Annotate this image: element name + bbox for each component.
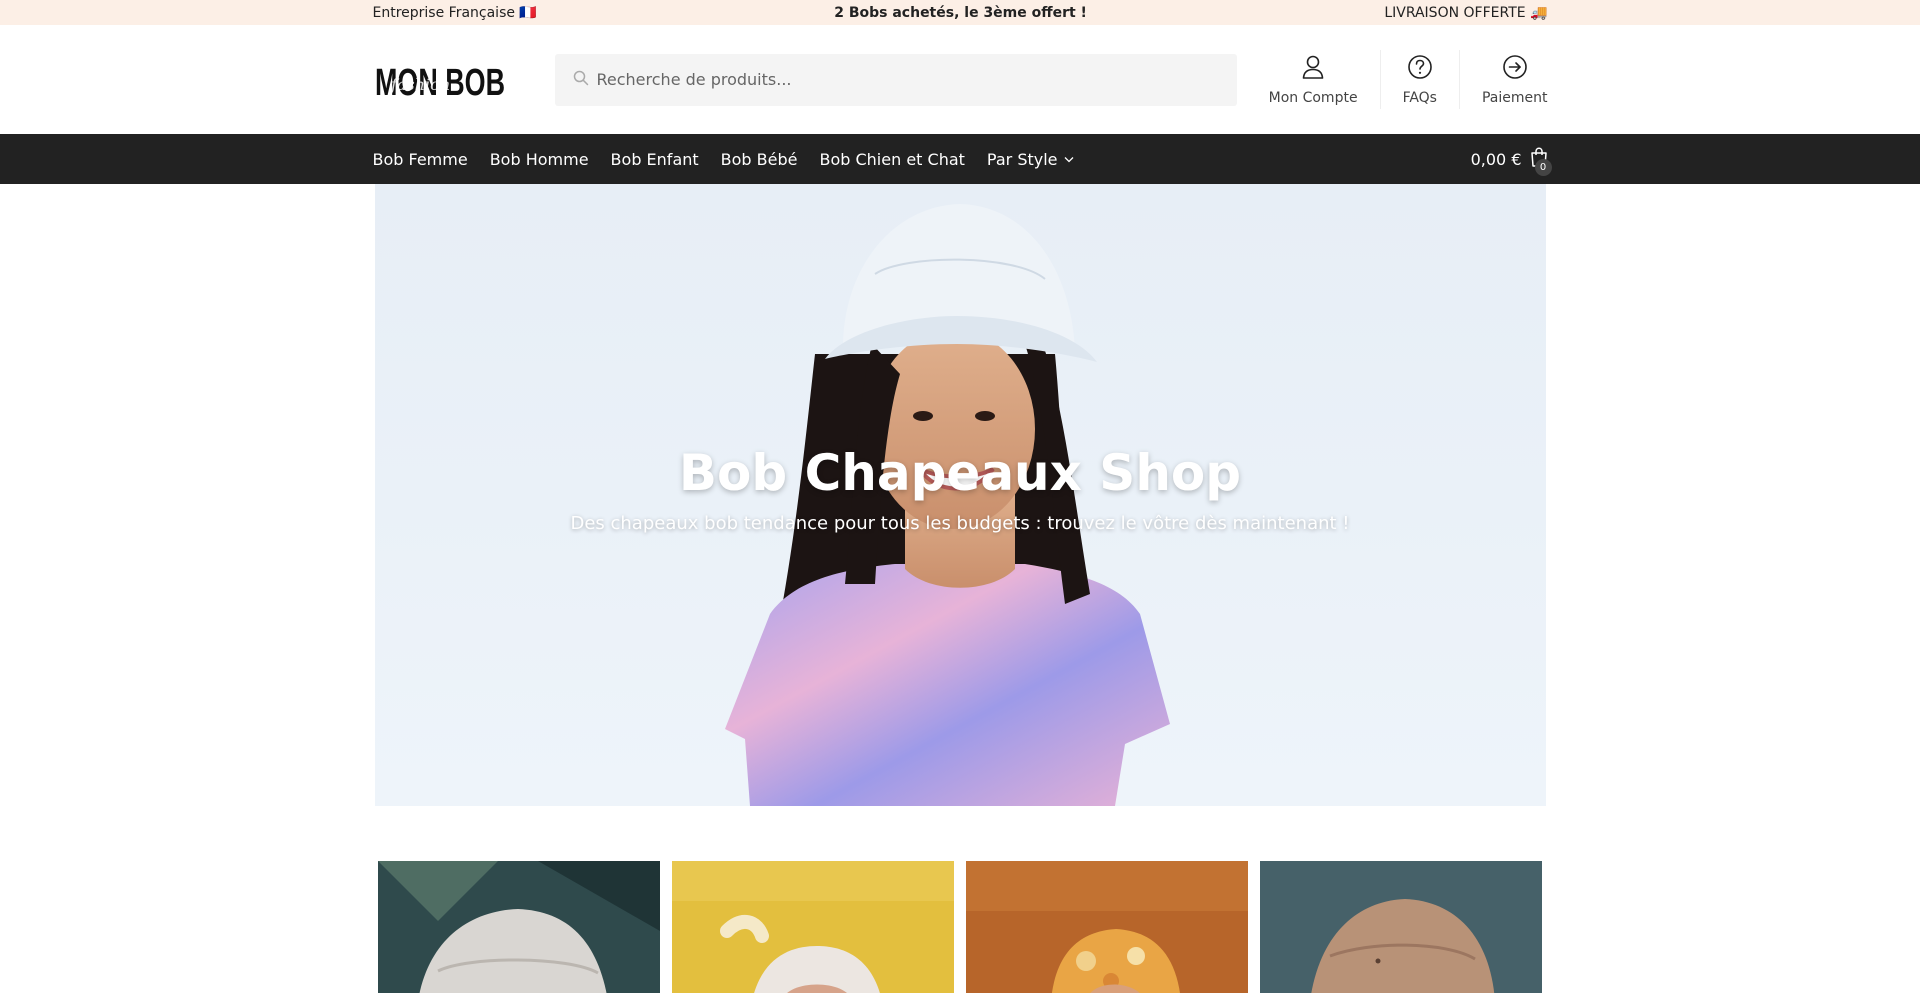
logo-script: fashion bbox=[390, 75, 450, 94]
main-nav: Bob Femme Bob Homme Bob Enfant Bob Bébé … bbox=[0, 134, 1920, 184]
header-links: Mon Compte FAQs Paiement bbox=[1269, 50, 1548, 109]
cart-total: 0,00 € bbox=[1470, 149, 1522, 169]
hero-subtitle: Des chapeaux bob tendance pour tous les … bbox=[570, 513, 1350, 534]
user-icon bbox=[1301, 54, 1325, 90]
announcement-center: 2 Bobs achetés, le 3ème offert ! bbox=[834, 4, 1087, 21]
nav-item-bob-chien-chat[interactable]: Bob Chien et Chat bbox=[819, 150, 964, 169]
cart-count-badge: 0 bbox=[1534, 159, 1552, 176]
logo-graphic: MON BOB fashion bbox=[375, 62, 505, 102]
category-tile[interactable] bbox=[672, 861, 954, 993]
chevron-down-icon bbox=[1064, 153, 1074, 166]
search-icon bbox=[573, 70, 589, 90]
site-logo[interactable]: MON BOB fashion bbox=[373, 50, 518, 110]
account-label: Mon Compte bbox=[1268, 89, 1358, 106]
category-image bbox=[378, 861, 660, 993]
payment-label: Paiement bbox=[1481, 89, 1548, 106]
nav-item-bob-homme[interactable]: Bob Homme bbox=[490, 150, 589, 169]
hero-title: Bob Chapeaux Shop bbox=[678, 444, 1242, 502]
announcement-left: Entreprise Française 🇫🇷 bbox=[372, 4, 537, 21]
category-tile[interactable] bbox=[1260, 861, 1542, 993]
nav-item-bob-bebe[interactable]: Bob Bébé bbox=[721, 150, 798, 169]
category-image bbox=[966, 861, 1248, 993]
cart-button[interactable]: 0,00 € 0 bbox=[1470, 147, 1552, 176]
arrow-circle-icon bbox=[1502, 54, 1528, 90]
hero-banner[interactable]: Bob Chapeaux Shop Des chapeaux bob tenda… bbox=[374, 184, 1546, 806]
nav-item-bob-femme[interactable]: Bob Femme bbox=[373, 150, 468, 169]
category-tile[interactable] bbox=[966, 861, 1248, 993]
nav-item-par-style[interactable]: Par Style bbox=[987, 150, 1074, 169]
faqs-label: FAQs bbox=[1402, 89, 1437, 106]
category-tile[interactable] bbox=[378, 861, 660, 993]
nav-item-bob-enfant[interactable]: Bob Enfant bbox=[611, 150, 699, 169]
par-style-label: Par Style bbox=[986, 149, 1058, 169]
category-image bbox=[1260, 861, 1542, 993]
faqs-link[interactable]: FAQs bbox=[1379, 50, 1459, 109]
search-input[interactable] bbox=[596, 70, 1219, 89]
category-tiles bbox=[378, 861, 1542, 993]
search-bar[interactable] bbox=[554, 53, 1237, 106]
site-header: MON BOB fashion Mon Compte FAQs bbox=[0, 25, 1920, 134]
question-icon bbox=[1407, 54, 1433, 90]
payment-link[interactable]: Paiement bbox=[1458, 50, 1548, 109]
announcement-bar: Entreprise Française 🇫🇷 2 Bobs achetés, … bbox=[0, 0, 1920, 25]
category-image bbox=[672, 861, 954, 993]
announcement-right: LIVRAISON OFFERTE 🚚 bbox=[1384, 4, 1548, 21]
account-link[interactable]: Mon Compte bbox=[1269, 50, 1380, 109]
